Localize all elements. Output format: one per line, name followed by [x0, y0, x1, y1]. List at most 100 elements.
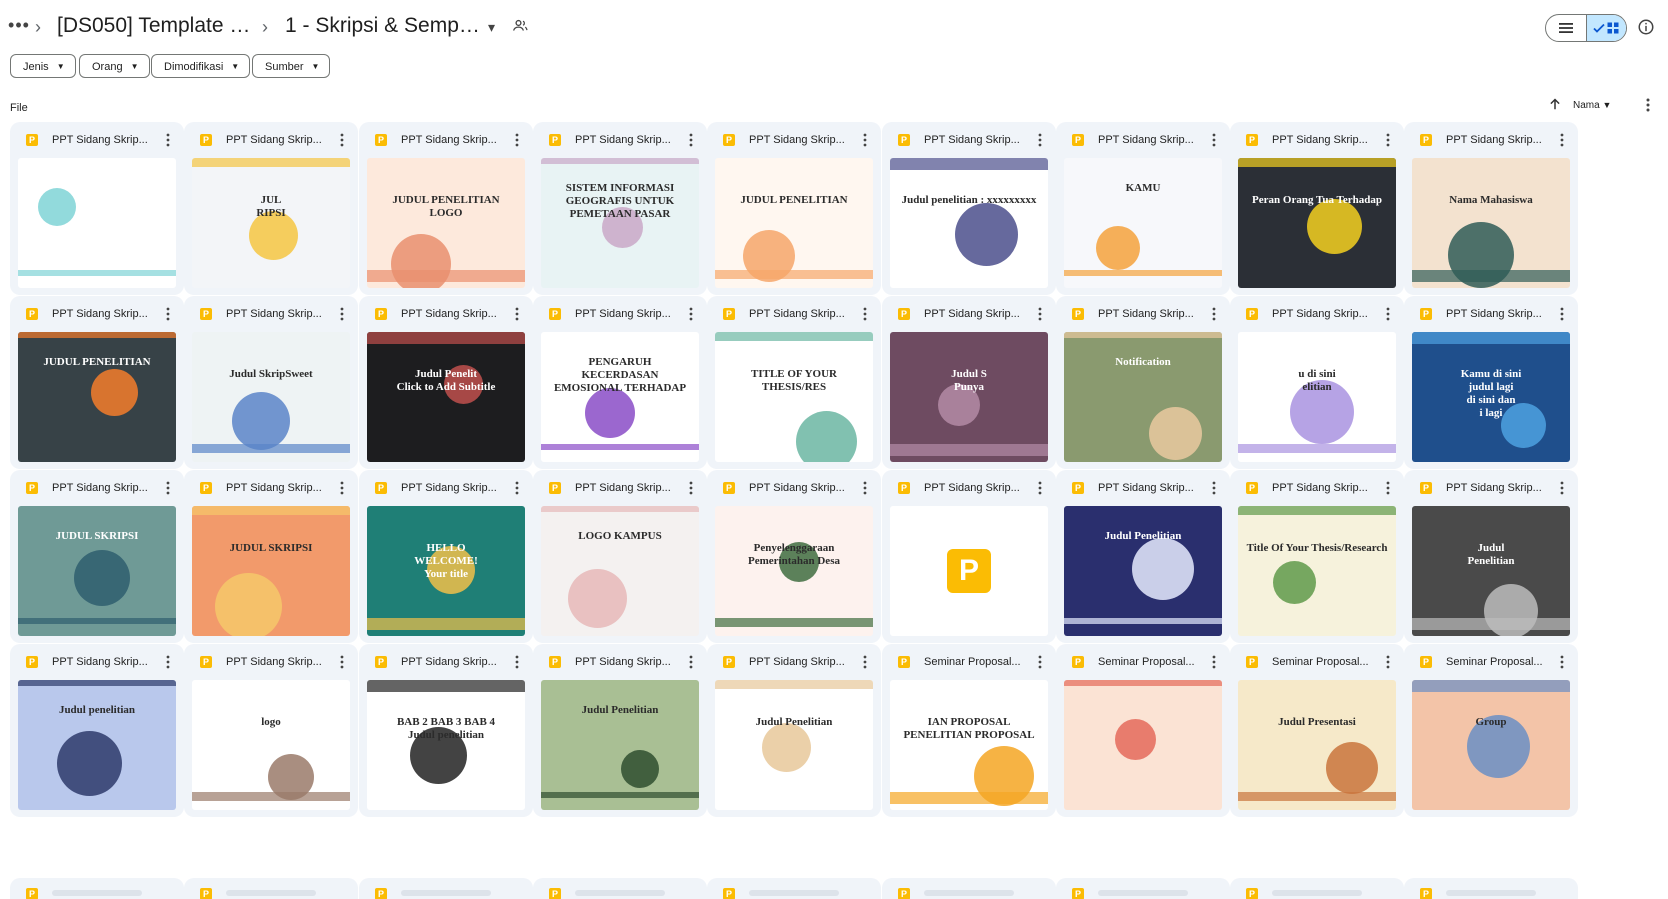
file-card[interactable]: P PPT Sidang Skrip... Judul S Punya	[882, 296, 1056, 469]
file-card[interactable]: P PPT Sidang Skrip...	[10, 122, 184, 295]
file-card[interactable]: P PPT Sidang Skrip... JUDUL PENELITIAN	[707, 122, 881, 295]
more-vert-icon[interactable]	[336, 306, 348, 322]
file-card[interactable]: P Seminar Proposal... IAN PROPOSAL PENELIT…	[882, 644, 1056, 817]
info-icon[interactable]	[1637, 18, 1655, 36]
breadcrumb-more-button[interactable]: •••	[6, 14, 32, 40]
file-card[interactable]: P PPT Sidang Skrip... LOGO KAMPUS	[533, 470, 707, 643]
more-vert-icon[interactable]	[685, 132, 697, 148]
file-card[interactable]: P PPT Sidang Skrip... Kamu di sini judul l…	[1404, 296, 1578, 469]
sort-by-button[interactable]: Nama ▼	[1573, 96, 1611, 114]
file-card[interactable]: P Seminar Proposal... Judul Presentasi	[1230, 644, 1404, 817]
file-card[interactable]: P PPT Sidang Skrip... Judul Penelitian	[1056, 470, 1230, 643]
file-card[interactable]: P	[533, 878, 707, 899]
file-card[interactable]: P PPT Sidang Skrip... Penyelenggaraan Peme…	[707, 470, 881, 643]
filter-source[interactable]: Sumber ▼	[252, 54, 331, 78]
file-title-placeholder	[226, 890, 316, 896]
file-card[interactable]: P	[1056, 878, 1230, 899]
file-card[interactable]: P PPT Sidang Skrip... Judul SkripSweet	[184, 296, 358, 469]
file-card[interactable]: P	[1230, 878, 1404, 899]
more-vert-icon[interactable]	[1556, 654, 1568, 670]
file-card[interactable]: P PPT Sidang Skrip... SISTEM INFORMASI GEO…	[533, 122, 707, 295]
file-thumbnail: Notification	[1064, 332, 1222, 462]
list-view-button[interactable]	[1546, 15, 1586, 41]
grid-view-button[interactable]	[1585, 15, 1626, 41]
file-card[interactable]: P PPT Sidang Skrip... P	[882, 470, 1056, 643]
file-title: PPT Sidang Skrip...	[226, 656, 322, 668]
filter-people[interactable]: Orang ▼	[79, 54, 150, 78]
more-vert-icon[interactable]	[162, 306, 174, 322]
more-vert-icon[interactable]	[1556, 306, 1568, 322]
more-vert-icon[interactable]	[511, 132, 523, 148]
file-card[interactable]: P PPT Sidang Skrip... JUDUL PENELITIAN LOG…	[359, 122, 533, 295]
file-card[interactable]: P PPT Sidang Skrip... KAMU	[1056, 122, 1230, 295]
file-card[interactable]: P PPT Sidang Skrip... JUDUL SKRIPSI	[184, 470, 358, 643]
file-card[interactable]: P	[707, 878, 881, 899]
more-vert-icon[interactable]	[859, 306, 871, 322]
caret-down-icon[interactable]: ▾	[488, 14, 495, 40]
filter-modified[interactable]: Dimodifikasi ▼	[151, 54, 251, 78]
breadcrumb-item-current[interactable]: 1 - Skripsi & Sempro Ani...	[281, 10, 489, 42]
more-vert-icon[interactable]	[336, 654, 348, 670]
more-vert-icon[interactable]	[1034, 132, 1046, 148]
more-vert-icon[interactable]	[162, 480, 174, 496]
file-card[interactable]: P PPT Sidang Skrip... JUDUL SKRIPSI	[10, 470, 184, 643]
more-vert-icon[interactable]	[1208, 132, 1220, 148]
more-vert-icon[interactable]	[859, 132, 871, 148]
more-vert-icon[interactable]	[1640, 96, 1656, 114]
file-card[interactable]: P Seminar Proposal... Group	[1404, 644, 1578, 817]
file-card[interactable]: P PPT Sidang Skrip... Title Of Your Thesis…	[1230, 470, 1404, 643]
file-card[interactable]: P Seminar Proposal...	[1056, 644, 1230, 817]
more-vert-icon[interactable]	[511, 480, 523, 496]
more-vert-icon[interactable]	[511, 306, 523, 322]
file-card[interactable]: P PPT Sidang Skrip... Notification	[1056, 296, 1230, 469]
file-card[interactable]: P PPT Sidang Skrip... BAB 2 BAB 3 BAB 4 Ju…	[359, 644, 533, 817]
more-vert-icon[interactable]	[336, 132, 348, 148]
file-card[interactable]: P	[1404, 878, 1578, 899]
file-card[interactable]: P PPT Sidang Skrip... Judul Penelitian	[533, 644, 707, 817]
sort-direction-icon[interactable]	[1546, 95, 1564, 113]
more-vert-icon[interactable]	[1382, 306, 1394, 322]
more-vert-icon[interactable]	[859, 480, 871, 496]
file-card[interactable]: P PPT Sidang Skrip... Judul Penelitian	[707, 644, 881, 817]
file-card[interactable]: P PPT Sidang Skrip... PENGARUH KECERDASAN …	[533, 296, 707, 469]
more-vert-icon[interactable]	[1556, 132, 1568, 148]
breadcrumb-item-parent[interactable]: [DS050] Template PPT ...	[53, 10, 257, 42]
file-card[interactable]: P PPT Sidang Skrip... u di sini elitian	[1230, 296, 1404, 469]
file-card[interactable]: P	[184, 878, 358, 899]
more-vert-icon[interactable]	[859, 654, 871, 670]
more-vert-icon[interactable]	[1382, 654, 1394, 670]
more-vert-icon[interactable]	[1208, 654, 1220, 670]
file-card[interactable]: P PPT Sidang Skrip... Judul Penelit Click …	[359, 296, 533, 469]
more-vert-icon[interactable]	[1382, 480, 1394, 496]
file-card[interactable]: P	[359, 878, 533, 899]
file-card[interactable]: P PPT Sidang Skrip... Peran Orang Tua Terh…	[1230, 122, 1404, 295]
file-card[interactable]: P	[10, 878, 184, 899]
file-card[interactable]: P PPT Sidang Skrip... Judul penelitian : x…	[882, 122, 1056, 295]
more-vert-icon[interactable]	[1208, 480, 1220, 496]
file-thumbnail: Nama Mahasiswa	[1412, 158, 1570, 288]
file-card[interactable]: P	[882, 878, 1056, 899]
filter-type[interactable]: Jenis ▼	[10, 54, 76, 78]
more-vert-icon[interactable]	[685, 480, 697, 496]
more-vert-icon[interactable]	[685, 306, 697, 322]
more-vert-icon[interactable]	[1556, 480, 1568, 496]
more-vert-icon[interactable]	[1382, 132, 1394, 148]
file-card[interactable]: P PPT Sidang Skrip... HELLO WELCOME! Your …	[359, 470, 533, 643]
file-card[interactable]: P PPT Sidang Skrip... TITLE OF YOUR THESIS…	[707, 296, 881, 469]
more-vert-icon[interactable]	[1208, 306, 1220, 322]
file-card[interactable]: P PPT Sidang Skrip... logo	[184, 644, 358, 817]
file-card[interactable]: P PPT Sidang Skrip... JUDUL PENELITIAN	[10, 296, 184, 469]
more-vert-icon[interactable]	[511, 654, 523, 670]
more-vert-icon[interactable]	[1034, 654, 1046, 670]
file-card[interactable]: P PPT Sidang Skrip... Nama Mahasiswa	[1404, 122, 1578, 295]
shared-folder-icon[interactable]	[511, 17, 529, 35]
more-vert-icon[interactable]	[162, 132, 174, 148]
more-vert-icon[interactable]	[162, 654, 174, 670]
file-card[interactable]: P PPT Sidang Skrip... Judul Penelitian	[1404, 470, 1578, 643]
more-vert-icon[interactable]	[336, 480, 348, 496]
file-card[interactable]: P PPT Sidang Skrip... Judul penelitian	[10, 644, 184, 817]
more-vert-icon[interactable]	[685, 654, 697, 670]
more-vert-icon[interactable]	[1034, 480, 1046, 496]
file-card[interactable]: P PPT Sidang Skrip... JUL RIPSI	[184, 122, 358, 295]
more-vert-icon[interactable]	[1034, 306, 1046, 322]
